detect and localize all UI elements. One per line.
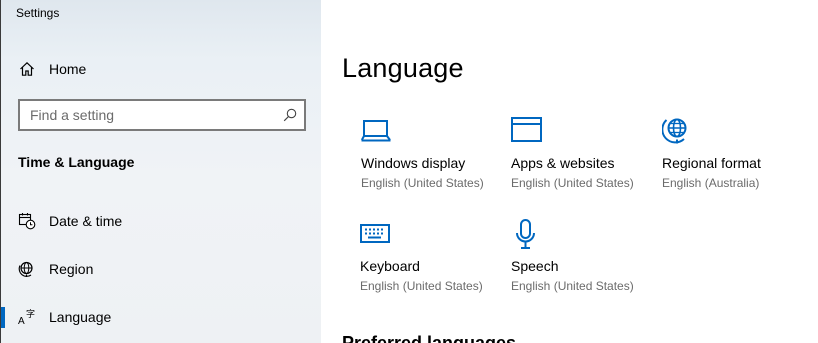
page-title: Language — [342, 53, 464, 83]
tile-subtitle: English (Australia) — [662, 176, 760, 190]
sidebar-item-label: Language — [49, 309, 112, 325]
sidebar-item-language[interactable]: A 字 Language — [1, 297, 322, 337]
windows-display-tile[interactable]: Windows display English (United States) — [360, 116, 501, 202]
sidebar-item-label: Home — [49, 61, 87, 77]
preferred-languages-heading: Preferred languages — [342, 333, 517, 343]
keyboard-tile[interactable]: Keyboard English (United States) — [360, 219, 500, 305]
tile-title: Speech — [511, 258, 559, 274]
tile-subtitle: English (United States) — [511, 176, 634, 190]
section-heading: Time & Language — [18, 154, 135, 170]
sidebar-item-home[interactable]: Home — [1, 49, 322, 89]
tile-subtitle: English (United States) — [511, 279, 634, 293]
tile-title: Windows display — [361, 155, 466, 171]
settings-window: Settings Home Time & Language — [0, 0, 818, 343]
date-time-icon — [18, 212, 36, 230]
regional-format-tile[interactable]: Regional format English (Australia) — [661, 116, 802, 202]
region-globe-icon — [18, 260, 36, 278]
globe-pin-icon — [661, 116, 698, 148]
speech-tile[interactable]: Speech English (United States) — [511, 219, 651, 305]
tile-subtitle: English (United States) — [361, 176, 484, 190]
browser-window-icon — [511, 116, 547, 148]
sidebar: Settings Home Time & Language — [0, 0, 321, 343]
sidebar-item-label: Region — [49, 261, 94, 277]
tile-title: Regional format — [662, 155, 761, 171]
main-content: Language Windows display English (United… — [321, 0, 818, 343]
search-icon[interactable] — [283, 108, 297, 122]
search-input[interactable] — [20, 101, 304, 129]
home-icon — [18, 60, 36, 78]
svg-text:字: 字 — [26, 308, 35, 319]
keyboard-icon — [360, 219, 396, 251]
sidebar-item-date-time[interactable]: Date & time — [1, 201, 322, 241]
tile-title: Apps & websites — [511, 155, 615, 171]
sidebar-item-label: Date & time — [49, 213, 123, 229]
microphone-icon — [511, 219, 547, 251]
apps-websites-tile[interactable]: Apps & websites English (United States) — [511, 116, 651, 202]
app-title: Settings — [16, 6, 60, 20]
search-box — [18, 99, 306, 131]
language-icon: A 字 — [18, 308, 36, 326]
svg-text:A: A — [18, 316, 25, 326]
sidebar-item-region[interactable]: Region — [1, 249, 322, 289]
tile-title: Keyboard — [360, 258, 420, 274]
tile-subtitle: English (United States) — [360, 279, 483, 293]
laptop-icon — [360, 116, 397, 148]
